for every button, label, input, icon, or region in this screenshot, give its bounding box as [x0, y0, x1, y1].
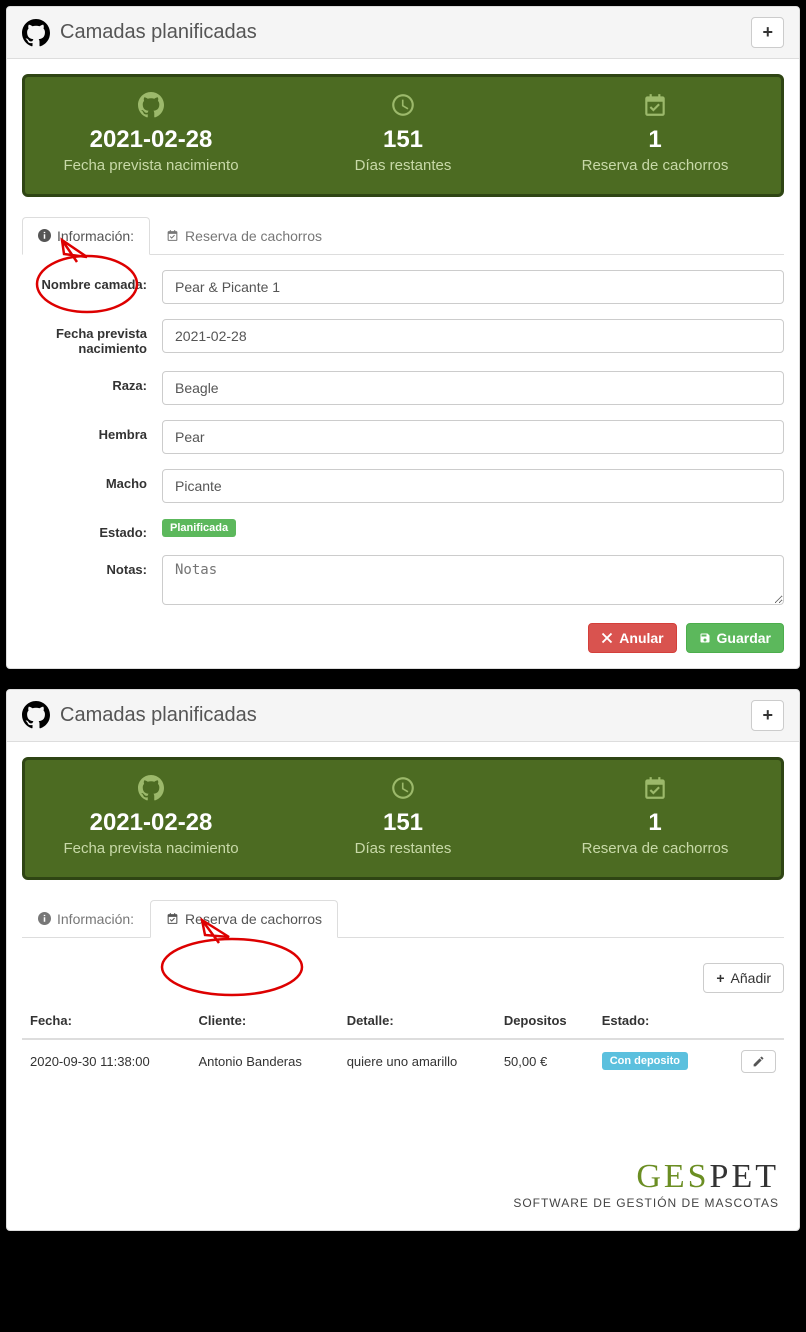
add-reservation-button[interactable]: + Añadir [703, 963, 784, 993]
summary-date: 2021-02-28 Fecha prevista nacimiento [25, 77, 277, 194]
plus-icon: + [716, 970, 724, 986]
github-icon [138, 92, 164, 118]
edit-row-button[interactable] [741, 1050, 776, 1073]
label-notes: Notas: [22, 555, 162, 577]
footer-actions: Anular Guardar [22, 623, 784, 653]
clock-icon [390, 775, 416, 801]
label-state: Estado: [22, 518, 162, 540]
tab-info[interactable]: Información: [22, 217, 150, 255]
pencil-icon [752, 1055, 765, 1068]
summary-days: 151 Días restantes [277, 760, 529, 877]
tab-reserv[interactable]: Reserva de cachorros [150, 900, 338, 938]
brand-logo: GESPET [27, 1158, 779, 1196]
github-icon [22, 701, 50, 729]
label-name: Nombre camada: [22, 270, 162, 292]
col-detail: Detalle: [339, 1003, 496, 1039]
col-client: Cliente: [191, 1003, 339, 1039]
label-date: Fecha prevista nacimiento [22, 319, 162, 356]
tab-info[interactable]: Información: [22, 900, 150, 938]
summary-date: 2021-02-28 Fecha prevista nacimiento [25, 760, 277, 877]
add-button[interactable]: + [751, 17, 784, 48]
cancel-button[interactable]: Anular [588, 623, 676, 653]
brand-footer: GESPET SOFTWARE DE GESTIÓN DE MASCOTAS [7, 1158, 799, 1230]
save-icon [699, 632, 711, 644]
calendar-check-icon [166, 229, 179, 242]
summary-reserv: 1 Reserva de cachorros [529, 760, 781, 877]
input-birth-date[interactable] [162, 319, 784, 353]
input-notes[interactable] [162, 555, 784, 605]
calendar-check-icon [642, 775, 668, 801]
label-female: Hembra [22, 420, 162, 442]
planned-litters-panel-info: Camadas planificadas + 2021-02-28 Fecha … [6, 6, 800, 669]
input-female[interactable] [162, 420, 784, 454]
summary-reserv: 1 Reserva de cachorros [529, 77, 781, 194]
calendar-check-icon [166, 912, 179, 925]
tab-content-reserv: + Añadir Fecha: Cliente: Detalle: Deposi… [22, 938, 784, 1143]
panel-title: Camadas planificadas [22, 701, 257, 729]
info-icon [38, 912, 51, 925]
tabs: Información: Reserva de cachorros [22, 900, 784, 938]
calendar-check-icon [642, 92, 668, 118]
github-icon [138, 775, 164, 801]
panel-body: 2021-02-28 Fecha prevista nacimiento 151… [7, 59, 799, 668]
label-male: Macho [22, 469, 162, 491]
deposit-badge: Con deposito [602, 1052, 688, 1070]
tab-reserv[interactable]: Reserva de cachorros [150, 217, 338, 255]
summary-bar: 2021-02-28 Fecha prevista nacimiento 151… [22, 74, 784, 197]
input-litter-name[interactable] [162, 270, 784, 304]
planned-litters-panel-reserv: Camadas planificadas + 2021-02-28 Fecha … [6, 689, 800, 1231]
summary-days: 151 Días restantes [277, 77, 529, 194]
label-breed: Raza: [22, 371, 162, 393]
col-state: Estado: [594, 1003, 721, 1039]
panel-body: 2021-02-28 Fecha prevista nacimiento 151… [7, 742, 799, 1158]
plus-icon: + [762, 22, 773, 43]
info-icon [38, 229, 51, 242]
reservations-table: Fecha: Cliente: Detalle: Depositos Estad… [22, 1003, 784, 1083]
panel-heading: Camadas planificadas + [7, 690, 799, 742]
save-button[interactable]: Guardar [686, 623, 784, 653]
panel-heading: Camadas planificadas + [7, 7, 799, 59]
add-button[interactable]: + [751, 700, 784, 731]
col-deposit: Depositos [496, 1003, 594, 1039]
summary-bar: 2021-02-28 Fecha prevista nacimiento 151… [22, 757, 784, 880]
tab-content-info: Nombre camada: Fecha prevista nacimiento… [22, 255, 784, 653]
state-badge: Planificada [162, 519, 236, 537]
input-male[interactable] [162, 469, 784, 503]
clock-icon [390, 92, 416, 118]
github-icon [22, 19, 50, 47]
panel-title: Camadas planificadas [22, 19, 257, 47]
plus-icon: + [762, 705, 773, 726]
input-breed[interactable] [162, 371, 784, 405]
close-icon [601, 632, 613, 644]
tabs: Información: Reserva de cachorros [22, 217, 784, 255]
table-row: 2020-09-30 11:38:00 Antonio Banderas qui… [22, 1039, 784, 1083]
col-date: Fecha: [22, 1003, 191, 1039]
